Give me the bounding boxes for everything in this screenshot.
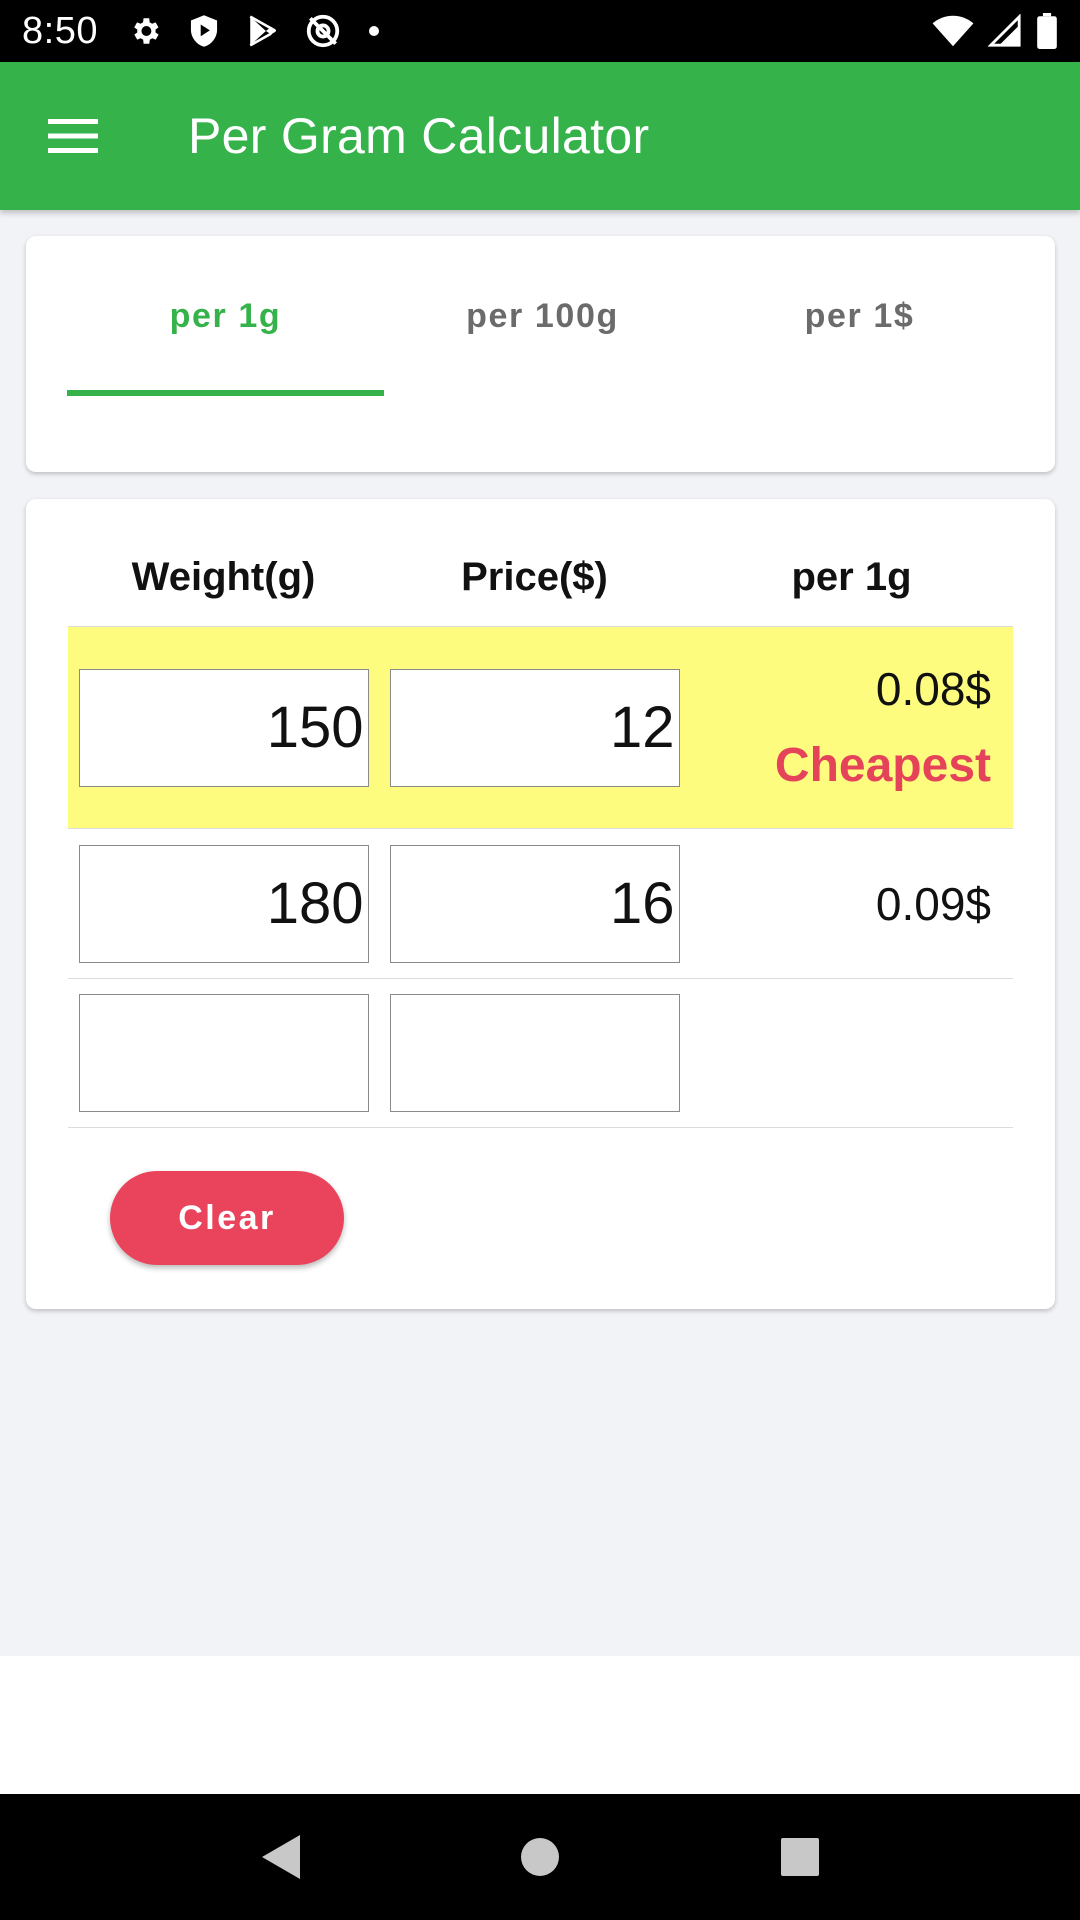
weight-input[interactable]	[78, 994, 369, 1112]
tab-per-100g[interactable]: per 100g	[384, 236, 701, 396]
navigation-bar	[0, 1794, 1080, 1920]
recents-button[interactable]	[760, 1817, 840, 1897]
status-bar: 8:50	[0, 0, 1080, 62]
back-icon	[262, 1835, 300, 1879]
header-per-unit: per 1g	[791, 555, 912, 599]
home-button[interactable]	[500, 1817, 580, 1897]
hamburger-menu-icon	[48, 119, 98, 153]
price-input[interactable]	[389, 668, 680, 787]
header-price: Price($)	[461, 555, 608, 599]
recents-icon	[781, 1838, 819, 1876]
cell-signal-icon	[988, 14, 1022, 48]
gear-icon	[128, 14, 162, 48]
result-cell: 0.09$	[690, 877, 1013, 931]
shield-play-icon	[188, 14, 220, 48]
unit-tabs: per 1g per 100g per 1$	[67, 236, 1018, 396]
result-cell: 0.08$ Cheapest	[690, 662, 1013, 793]
per-unit-value: 0.08$	[875, 663, 991, 715]
per-unit-value: 0.09$	[875, 877, 991, 930]
menu-button[interactable]	[36, 99, 110, 173]
tab-per-1-dollar[interactable]: per 1$	[701, 236, 1018, 396]
cheapest-badge: Cheapest	[774, 739, 991, 792]
system-icons	[932, 13, 1058, 49]
home-icon	[521, 1838, 559, 1876]
weight-input[interactable]	[78, 844, 369, 963]
app-title: Per Gram Calculator	[188, 108, 650, 164]
header-weight: Weight(g)	[131, 555, 316, 599]
dot-icon	[368, 25, 380, 37]
table-row: 0.08$ Cheapest	[68, 626, 1013, 828]
price-input[interactable]	[389, 994, 680, 1112]
at-sign-off-icon	[304, 12, 342, 50]
play-store-icon	[246, 14, 278, 48]
table-row	[68, 978, 1013, 1128]
calculator-card: Weight(g) Price($) per 1g 0.08$ Cheapest	[26, 499, 1055, 1309]
clear-button[interactable]: Clear	[110, 1171, 344, 1265]
wifi-icon	[932, 14, 974, 48]
price-input[interactable]	[389, 844, 680, 963]
weight-input[interactable]	[78, 668, 369, 787]
notification-icons	[128, 12, 380, 50]
tab-card: per 1g per 100g per 1$	[26, 236, 1055, 472]
tab-per-1g[interactable]: per 1g	[67, 236, 384, 396]
table-row: 0.09$	[68, 828, 1013, 978]
bottom-blank-area	[0, 1656, 1080, 1794]
status-time: 8:50	[22, 9, 98, 52]
table-header: Weight(g) Price($) per 1g	[68, 529, 1013, 626]
battery-icon	[1036, 13, 1058, 49]
comparison-table: Weight(g) Price($) per 1g 0.08$ Cheapest	[68, 529, 1013, 1128]
back-button[interactable]	[240, 1817, 320, 1897]
app-bar: Per Gram Calculator	[0, 62, 1080, 210]
